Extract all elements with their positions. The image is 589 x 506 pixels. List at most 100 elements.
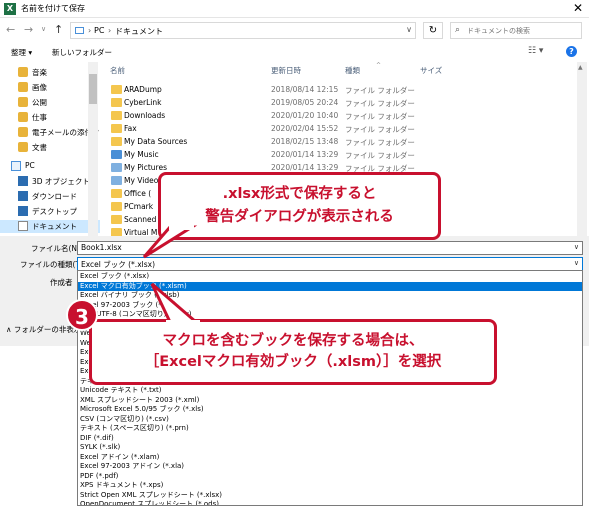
scroll-up-icon[interactable]: ▲: [578, 64, 583, 71]
filetype-option[interactable]: XPS ドキュメント (*.xps): [78, 481, 582, 491]
filetype-option[interactable]: PDF (*.pdf): [78, 472, 582, 482]
nav-item-desktop[interactable]: デスクトップ: [0, 205, 100, 218]
callout-line: .xlsx形式で保存すると: [222, 186, 377, 202]
organize-button[interactable]: 整理 ▾: [11, 47, 32, 58]
folder-icon: [111, 85, 122, 94]
column-header-name[interactable]: 名前: [110, 65, 125, 76]
file-date: 2020/01/20 10:40: [271, 111, 339, 120]
nav-item-downloads[interactable]: ダウンロード: [0, 190, 100, 203]
file-name: Office (: [124, 189, 152, 198]
file-name: ARADump: [124, 85, 162, 94]
file-date: 2018/08/14 12:15: [271, 85, 339, 94]
group-icon: [18, 82, 28, 92]
step-number-badge: 3: [66, 299, 98, 331]
filetype-option[interactable]: Excel アドイン (*.xlam): [78, 453, 582, 463]
close-icon[interactable]: ✕: [573, 1, 583, 15]
nav-scrollbar[interactable]: [88, 62, 98, 236]
filetype-option[interactable]: Strict Open XML スプレッドシート (*.xlsx): [78, 491, 582, 501]
file-name: Scanned: [124, 215, 157, 224]
breadcrumb-documents[interactable]: ドキュメント: [115, 26, 163, 37]
filetype-option[interactable]: XML スプレッドシート 2003 (*.xml): [78, 396, 582, 406]
file-row[interactable]: Fax 2020/02/04 15:52 ファイル フォルダー: [108, 123, 578, 136]
address-bar[interactable]: › PC › ドキュメント ∨: [70, 22, 416, 39]
filetype-option[interactable]: CSV (コンマ区切り) (*.csv): [78, 415, 582, 425]
refresh-icon[interactable]: ↻: [423, 22, 443, 39]
filetype-option[interactable]: テキスト (スペース区切り) (*.prn): [78, 424, 582, 434]
annotation-callout-warning: .xlsx形式で保存すると 警告ダイアログが表示される: [158, 172, 441, 240]
nav-item-label: 3D オブジェクト: [32, 177, 90, 186]
folder-icon: [111, 202, 122, 211]
filetype-option[interactable]: SYLK (*.slk): [78, 443, 582, 453]
file-name: Fax: [124, 124, 137, 133]
file-date: 2020/01/14 13:29: [271, 150, 339, 159]
nav-item-label: ドキュメント: [32, 222, 77, 231]
filetype-option[interactable]: Microsoft Excel 5.0/95 ブック (*.xls): [78, 405, 582, 415]
file-date: 2020/01/14 13:29: [271, 163, 339, 172]
filetype-option[interactable]: Excel ブック (*.xlsx): [78, 272, 582, 282]
breadcrumb-pc[interactable]: PC: [94, 26, 104, 35]
file-row[interactable]: ARADump 2018/08/14 12:15 ファイル フォルダー: [108, 84, 578, 97]
file-name: My Data Sources: [124, 137, 188, 146]
column-header-size[interactable]: サイズ: [420, 65, 442, 76]
file-name: CyberLink: [124, 98, 162, 107]
chevron-down-icon[interactable]: ∨: [574, 243, 579, 251]
nav-item-public[interactable]: 公開: [0, 96, 100, 109]
up-arrow-icon[interactable]: ↑: [54, 23, 63, 36]
file-name: My Music: [124, 150, 159, 159]
search-input[interactable]: [467, 25, 579, 37]
file-row[interactable]: Downloads 2020/01/20 10:40 ファイル フォルダー: [108, 110, 578, 123]
back-arrow-icon[interactable]: ←: [6, 23, 15, 36]
title-bar: X 名前を付けて保存 ✕: [0, 0, 589, 18]
view-options-icon[interactable]: ☷ ▾: [528, 46, 543, 56]
filetype-option[interactable]: DIF (*.dif): [78, 434, 582, 444]
nav-item-work[interactable]: 仕事: [0, 111, 100, 124]
search-box[interactable]: ⌕: [450, 22, 582, 39]
filetype-option[interactable]: Unicode テキスト (*.txt): [78, 386, 582, 396]
callout-pointer: [142, 225, 198, 259]
folder-icon: [111, 137, 122, 146]
file-type: ファイル フォルダー: [345, 99, 415, 108]
column-header-type[interactable]: 種類: [345, 65, 360, 76]
nav-item-3d-objects[interactable]: 3D オブジェクト: [0, 175, 100, 188]
documents-icon: [18, 221, 28, 231]
new-folder-button[interactable]: 新しいフォルダー: [52, 47, 112, 58]
file-type: ファイル フォルダー: [345, 86, 415, 95]
file-date: 2018/02/15 13:48: [271, 137, 339, 146]
recent-chevron-icon[interactable]: ∨: [41, 25, 46, 33]
filetype-option[interactable]: OpenDocument スプレッドシート (*.ods): [78, 500, 582, 505]
file-type: ファイル フォルダー: [345, 125, 415, 134]
file-name: Downloads: [124, 111, 166, 120]
pc-icon: [11, 161, 21, 171]
nav-item-label: 画像: [32, 83, 47, 92]
navigation-pane: 音楽 画像 公開 仕事 電子メールの添付フ 文書 PC 3D オブジェクト ダウ…: [0, 62, 100, 236]
nav-scrollbar-thumb[interactable]: [89, 74, 97, 104]
nav-item-music[interactable]: 音楽: [0, 66, 100, 79]
chevron-down-icon[interactable]: ∨: [574, 259, 579, 267]
forward-arrow-icon[interactable]: →: [24, 23, 33, 36]
filetype-label: ファイルの種類(T):: [20, 260, 86, 269]
nav-item-label: 音楽: [32, 68, 47, 77]
file-row[interactable]: My Music 2020/01/14 13:29 ファイル フォルダー: [108, 149, 578, 162]
nav-item-documents-group[interactable]: 文書: [0, 141, 100, 154]
file-row[interactable]: CyberLink 2019/08/05 20:24 ファイル フォルダー: [108, 97, 578, 110]
column-header-date[interactable]: 更新日時: [271, 65, 301, 76]
callout-pointer-shape: [142, 225, 198, 259]
file-list-scrollbar[interactable]: ▲: [577, 62, 587, 236]
breadcrumb-separator-icon: ›: [88, 26, 92, 35]
help-icon[interactable]: ?: [566, 46, 577, 57]
callout-line: 警告ダイアログが表示される: [205, 209, 394, 225]
file-name: My Video: [124, 176, 159, 185]
file-row[interactable]: My Data Sources 2018/02/15 13:48 ファイル フォルダ…: [108, 136, 578, 149]
nav-item-email-attachments[interactable]: 電子メールの添付フ: [0, 126, 100, 139]
filetype-option[interactable]: Excel 97-2003 アドイン (*.xla): [78, 462, 582, 472]
address-row: ← → ∨ ↑ › PC › ドキュメント ∨ ↻ ⌕: [0, 19, 589, 42]
nav-item-documents[interactable]: ドキュメント: [0, 220, 100, 233]
callout-pointer-mask: [169, 225, 194, 230]
callout-pointer-mask: [166, 320, 200, 324]
address-dropdown-icon[interactable]: ∨: [406, 25, 412, 34]
nav-item-pc[interactable]: PC: [0, 160, 100, 173]
file-type: ファイル フォルダー: [345, 138, 415, 147]
search-icon: ⌕: [455, 25, 461, 35]
folder-3d-icon: [18, 176, 28, 186]
nav-item-images[interactable]: 画像: [0, 81, 100, 94]
